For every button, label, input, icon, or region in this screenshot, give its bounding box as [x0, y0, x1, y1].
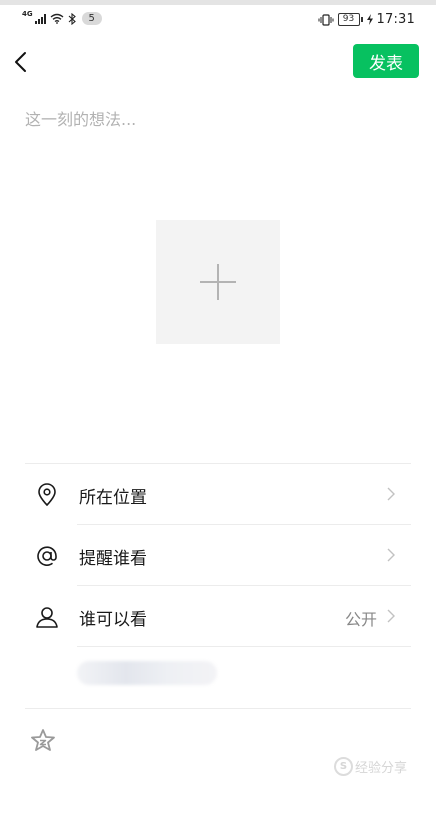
chevron-right-icon: [387, 487, 395, 501]
battery-tip: [360, 17, 363, 22]
divider: [77, 646, 411, 647]
chevron-left-icon: [15, 52, 26, 72]
at-sign-icon: [37, 546, 57, 566]
visibility-row[interactable]: 谁可以看 公开: [25, 586, 411, 647]
blurred-row: [77, 661, 217, 685]
location-label: 所在位置: [79, 488, 147, 508]
person-icon: [36, 607, 58, 628]
notification-count-badge: 5: [81, 12, 102, 25]
back-button[interactable]: [10, 48, 34, 76]
location-row[interactable]: 所在位置: [25, 464, 411, 525]
remind-row[interactable]: 提醒谁看: [25, 525, 411, 586]
watermark-text: 经验分享: [355, 761, 408, 776]
remind-label: 提醒谁看: [79, 549, 147, 569]
battery-indicator: 93: [337, 13, 363, 26]
publish-button[interactable]: 发表: [353, 44, 419, 78]
status-bar: 4G 5 93 17:31: [0, 6, 436, 34]
thought-input[interactable]: [25, 104, 410, 134]
watermark-logo: S: [334, 757, 353, 776]
plus-icon: [200, 264, 236, 300]
chevron-right-icon: [387, 548, 395, 562]
vibrate-icon: [318, 13, 334, 26]
clock: 17:31: [376, 12, 415, 27]
status-bar-left: 4G 5: [22, 9, 102, 25]
battery-level: 93: [337, 13, 360, 26]
divider: [25, 708, 411, 709]
bluetooth-icon: [68, 12, 76, 25]
status-bar-right: 93 17:31: [318, 12, 415, 27]
location-pin-icon: [38, 483, 56, 507]
charging-icon: [366, 14, 373, 25]
add-photo-button[interactable]: [156, 220, 280, 344]
watermark: S 经验分享: [334, 757, 407, 776]
visibility-label: 谁可以看: [79, 610, 147, 630]
visibility-value: 公开: [344, 610, 377, 629]
signal-icon: [34, 13, 46, 24]
star-icon[interactable]: [31, 729, 55, 751]
wifi-icon: [50, 13, 64, 24]
chevron-right-icon: [387, 609, 395, 623]
network-type: 4G: [22, 9, 33, 18]
top-edge-line: [0, 0, 436, 5]
